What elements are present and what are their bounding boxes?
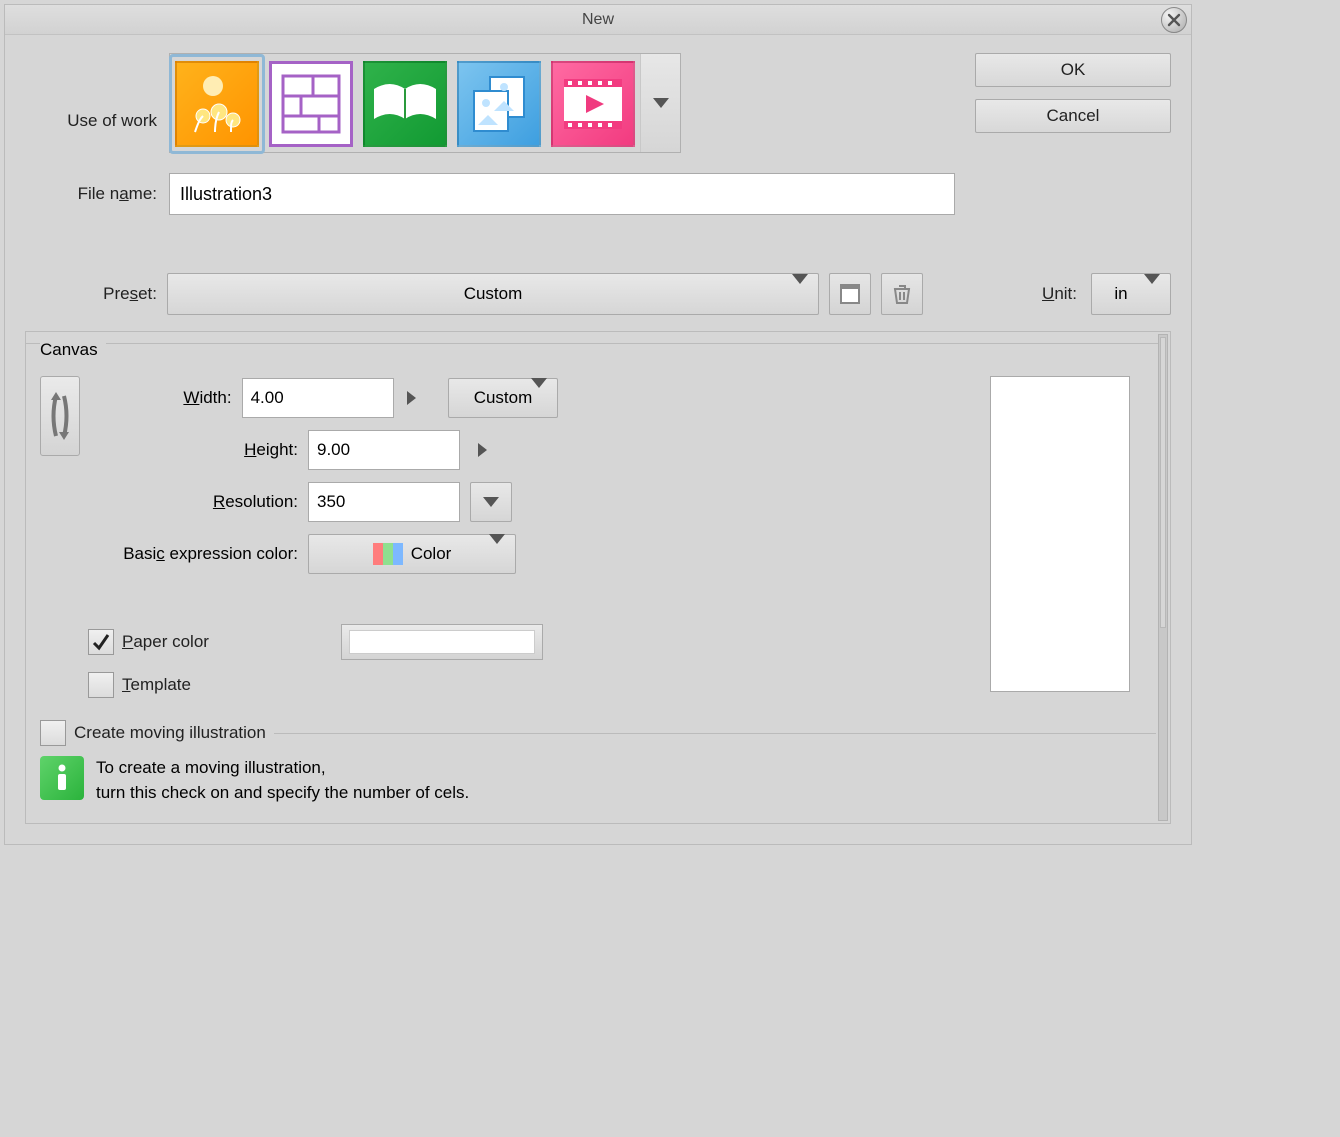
chevron-down-icon [1144, 274, 1160, 303]
work-animation[interactable] [547, 56, 639, 152]
file-name-label: File name: [25, 184, 157, 204]
height-label: Height: [88, 440, 298, 460]
work-comic[interactable] [265, 56, 357, 152]
arrow-right-icon [478, 443, 487, 457]
moving-illustration-checkbox[interactable] [40, 720, 66, 746]
file-name-input[interactable] [169, 173, 955, 215]
preset-value: Custom [464, 284, 523, 304]
dialog-title: New [582, 11, 614, 28]
resolution-label: Resolution: [88, 492, 298, 512]
use-of-work-group [169, 53, 681, 153]
ok-button[interactable]: OK [975, 53, 1171, 87]
template-checkbox[interactable] [88, 672, 114, 698]
book-icon [370, 79, 440, 129]
preset-label: Preset: [25, 284, 157, 304]
video-icon [558, 73, 628, 135]
work-illustration[interactable] [171, 56, 263, 152]
height-arrow-button[interactable] [470, 438, 494, 462]
unit-value: in [1114, 284, 1127, 304]
use-of-work-label: Use of work [25, 75, 157, 131]
size-preset-select[interactable]: Custom [448, 378, 558, 418]
color-swatch-icon [373, 543, 403, 565]
basic-color-select[interactable]: Color [308, 534, 516, 574]
pages-icon [464, 69, 534, 139]
work-printing[interactable] [453, 56, 545, 152]
preset-save-button[interactable] [829, 273, 871, 315]
paper-color-swatch[interactable] [341, 624, 543, 660]
height-input[interactable] [308, 430, 460, 470]
trash-icon [890, 282, 914, 306]
unit-label: Unit: [1042, 284, 1077, 304]
chevron-down-icon [653, 98, 669, 108]
swap-arrows-icon [47, 386, 73, 446]
vertical-scrollbar[interactable] [1158, 334, 1168, 821]
moving-illustration-label: Create moving illustration [74, 723, 266, 743]
basic-color-label: Basic expression color: [88, 544, 298, 564]
canvas-title: Canvas [40, 340, 106, 360]
illustration-icon [185, 72, 249, 136]
width-arrow-button[interactable] [404, 386, 420, 410]
close-icon [1167, 13, 1181, 27]
swap-orientation-button[interactable] [40, 376, 80, 456]
template-label: Template [122, 675, 191, 695]
comic-panels-icon [279, 72, 343, 136]
canvas-group: Canvas Width: [25, 331, 1171, 824]
paper-color-checkbox[interactable] [88, 629, 114, 655]
swatch-white [349, 630, 535, 654]
scrollbar-thumb[interactable] [1160, 337, 1166, 628]
chevron-down-icon [792, 274, 808, 303]
chevron-down-icon [531, 378, 547, 407]
arrow-right-icon [407, 391, 416, 405]
check-icon [91, 632, 111, 652]
resolution-dropdown[interactable] [470, 482, 512, 522]
register-preset-icon [838, 282, 862, 306]
new-dialog: New Use of work [4, 4, 1192, 845]
cancel-button[interactable]: Cancel [975, 99, 1171, 133]
chevron-down-icon [489, 534, 505, 563]
size-preset-value: Custom [474, 388, 533, 408]
titlebar: New [5, 5, 1191, 35]
work-book[interactable] [359, 56, 451, 152]
basic-color-value: Color [411, 544, 452, 564]
chevron-down-icon [483, 497, 499, 507]
moving-illustration-info: To create a moving illustration, turn th… [96, 756, 469, 805]
info-icon [40, 756, 84, 800]
preset-delete-button[interactable] [881, 273, 923, 315]
work-more-button[interactable] [640, 54, 680, 152]
paper-color-label: Paper color [122, 632, 209, 652]
width-input[interactable] [242, 378, 394, 418]
width-label: Width: [88, 388, 232, 408]
close-button[interactable] [1161, 7, 1187, 33]
unit-select[interactable]: in [1091, 273, 1171, 315]
resolution-input[interactable] [308, 482, 460, 522]
preset-select[interactable]: Custom [167, 273, 819, 315]
canvas-preview [990, 376, 1130, 692]
